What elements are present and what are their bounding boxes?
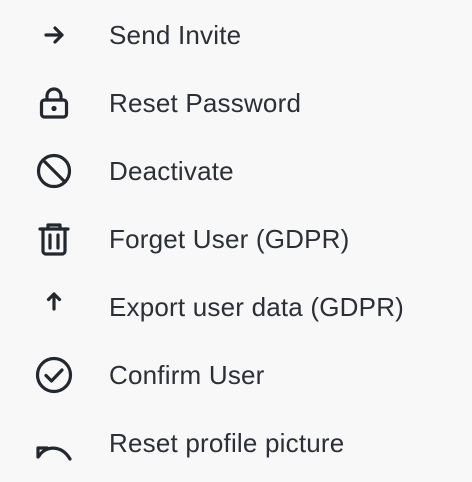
arrow-right-icon — [33, 14, 75, 56]
trash-icon — [33, 218, 75, 260]
send-invite-label: Send Invite — [109, 20, 242, 50]
check-circle-icon — [33, 354, 75, 396]
confirm-user-menu-item[interactable]: Confirm User — [0, 347, 472, 403]
forget-user-menu-item[interactable]: Forget User (GDPR) — [0, 211, 472, 267]
deactivate-label: Deactivate — [109, 156, 234, 186]
export-user-data-menu-item[interactable]: Export user data (GDPR) — [0, 279, 472, 335]
reset-profile-picture-menu-item[interactable]: Reset profile picture — [0, 415, 472, 471]
deactivate-menu-item[interactable]: Deactivate — [0, 143, 472, 199]
reset-profile-picture-label: Reset profile picture — [109, 428, 345, 458]
arrow-up-icon — [33, 280, 75, 322]
block-icon — [33, 150, 75, 192]
confirm-user-label: Confirm User — [109, 360, 265, 390]
export-user-data-label: Export user data (GDPR) — [109, 292, 405, 322]
lock-icon — [33, 82, 75, 124]
send-invite-menu-item[interactable]: Send Invite — [0, 7, 472, 63]
undo-icon — [33, 431, 75, 473]
user-actions-menu: Send Invite Reset Password Deactivate Fo… — [0, 0, 472, 482]
reset-password-menu-item[interactable]: Reset Password — [0, 75, 472, 131]
reset-password-label: Reset Password — [109, 88, 302, 118]
forget-user-label: Forget User (GDPR) — [109, 224, 350, 254]
